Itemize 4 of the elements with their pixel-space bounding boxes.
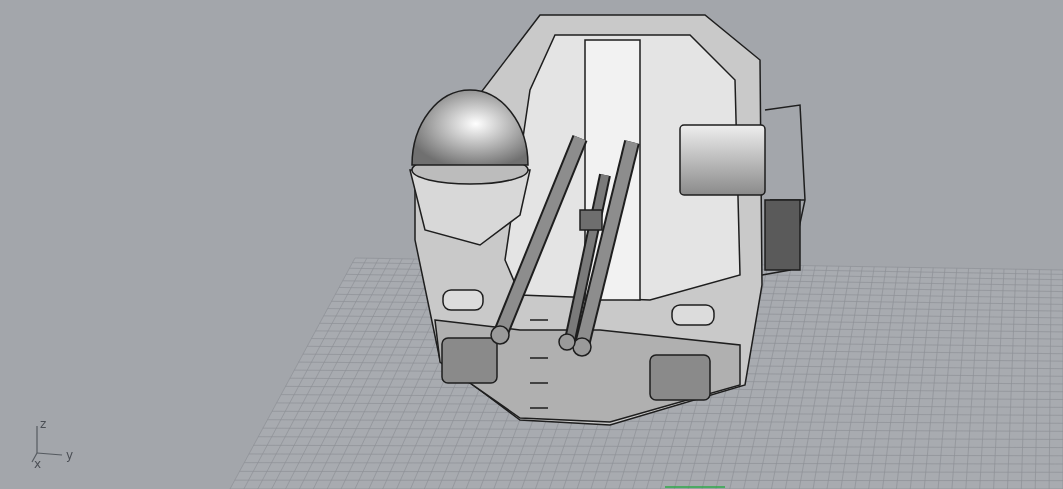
axis-label: z (40, 417, 47, 431)
axis-label: x (34, 457, 42, 471)
axis-label: y (66, 448, 74, 462)
perspective-viewport[interactable]: z x y (0, 0, 1063, 489)
